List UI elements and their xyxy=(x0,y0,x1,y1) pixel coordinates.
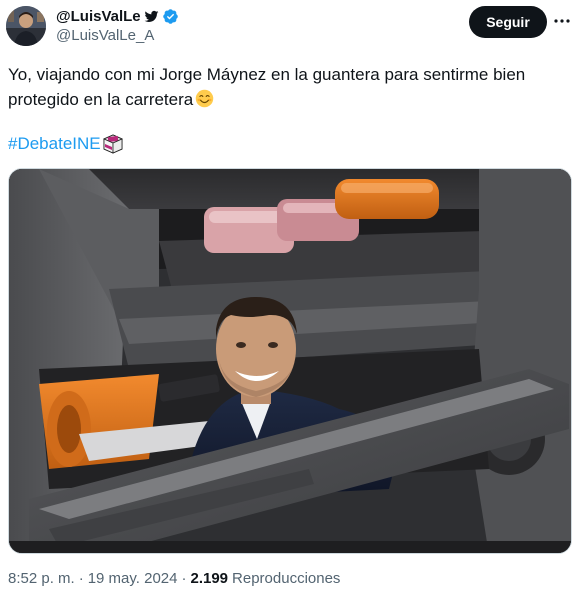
smiling-face-emoji xyxy=(195,89,214,108)
verified-badge-icon[interactable] xyxy=(162,8,179,25)
views-count: 2.199 xyxy=(190,570,229,587)
bird-icon xyxy=(144,9,159,24)
meta-separator: · xyxy=(181,570,187,587)
tweet-date[interactable]: 19 may. 2024 xyxy=(88,570,178,587)
tweet-text: Yo, viajando con mi Jorge Máynez en la g… xyxy=(8,62,558,112)
ballot-box-icon xyxy=(102,133,124,155)
more-icon[interactable] xyxy=(553,10,571,32)
hashtag-link[interactable]: #DebateINE xyxy=(8,134,101,154)
tweet-meta: 8:52 p. m. · 19 may. 2024 · 2.199 Reprod… xyxy=(8,570,340,587)
views-label: Reproducciones xyxy=(232,570,341,587)
avatar[interactable] xyxy=(6,6,46,46)
follow-button[interactable]: Seguir xyxy=(469,6,547,38)
meta-separator: · xyxy=(78,570,84,587)
display-name[interactable]: @LuisValLe xyxy=(56,8,141,25)
tweet-card: @LuisValLe @LuisValLe_A Seguir Yo, viaja… xyxy=(0,0,574,592)
tweet-time[interactable]: 8:52 p. m. xyxy=(8,570,75,587)
name-row: @LuisValLe xyxy=(56,6,179,26)
glovebox-photo xyxy=(9,169,571,553)
tweet-media-image[interactable] xyxy=(8,168,572,554)
tweet-body: Yo, viajando con mi Jorge Máynez en la g… xyxy=(8,65,526,109)
hashtag-row: #DebateINE xyxy=(8,132,124,156)
avatar-icon xyxy=(6,6,46,46)
user-handle[interactable]: @LuisValLe_A xyxy=(56,27,154,44)
